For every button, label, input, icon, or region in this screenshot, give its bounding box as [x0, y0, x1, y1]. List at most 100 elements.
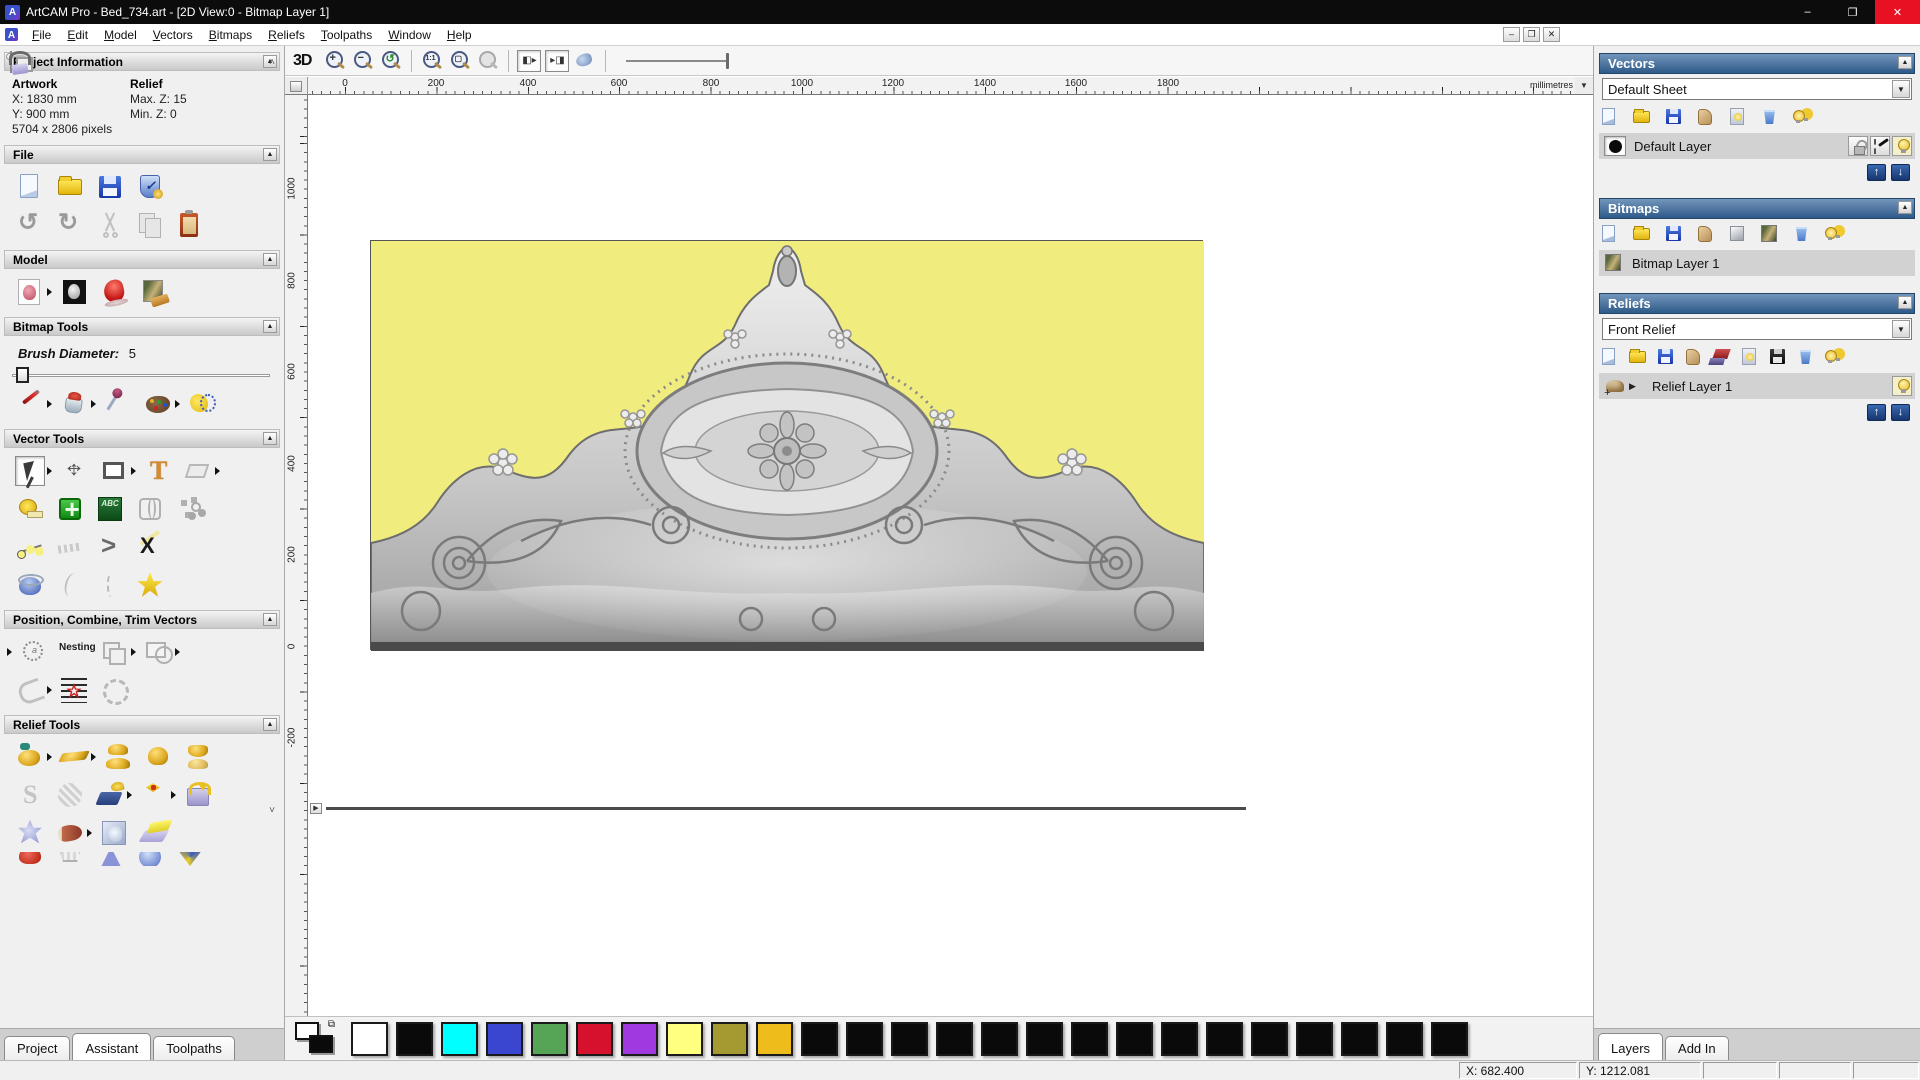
merge-relief-icon[interactable]: [143, 742, 173, 772]
tab-add-in[interactable]: Add In: [1665, 1036, 1729, 1060]
create-text-icon[interactable]: [143, 456, 173, 486]
delete-relief-layer-icon[interactable]: [1796, 347, 1816, 367]
palette-swatch[interactable]: [1431, 1021, 1468, 1056]
text-on-curve-icon[interactable]: [19, 637, 49, 667]
relief-clipart-icon[interactable]: [99, 818, 129, 848]
drawing-viewport[interactable]: ▶: [308, 95, 1593, 1016]
expand-row-icon[interactable]: ▶: [1629, 381, 1636, 392]
toggle-vector-view-icon[interactable]: ▸◨: [545, 49, 570, 72]
collapse-section-icon[interactable]: ▲: [263, 253, 277, 266]
save-bitmap-layer-icon[interactable]: [1664, 224, 1684, 244]
palette-swatch[interactable]: [1341, 1021, 1378, 1056]
palette-swatch[interactable]: [666, 1021, 703, 1056]
collapse-section-icon[interactable]: ▲: [263, 320, 277, 333]
vector-sheet-select[interactable]: Default Sheet ▼: [1602, 78, 1912, 100]
sculpting-icon[interactable]: [15, 780, 45, 810]
basket-weave-icon[interactable]: [55, 852, 85, 866]
menu-file[interactable]: File: [24, 26, 59, 44]
paste-icon[interactable]: [175, 210, 205, 240]
paste-along-curve-icon[interactable]: [175, 494, 205, 524]
palette-swatch[interactable]: [1386, 1021, 1423, 1056]
save-model-icon[interactable]: [95, 172, 125, 202]
zoom-fit-icon[interactable]: ▢: [448, 49, 472, 73]
pick-colour-icon[interactable]: [103, 389, 133, 419]
merge-bitmap-layers-icon[interactable]: [1696, 224, 1716, 244]
ruler-units-dropdown-icon[interactable]: ▼: [1575, 77, 1593, 95]
bitmap-layer-row[interactable]: Bitmap Layer 1: [1599, 250, 1915, 276]
collapse-section-icon[interactable]: ▲: [263, 432, 277, 445]
palette-swatch[interactable]: [486, 1021, 523, 1056]
flat-plane-icon[interactable]: [58, 742, 90, 772]
maximize-button[interactable]: ❐: [1830, 0, 1875, 24]
tab-toolpaths[interactable]: Toolpaths: [153, 1036, 235, 1060]
move-layer-down-icon[interactable]: ↓: [1891, 164, 1910, 181]
paint-icon[interactable]: [15, 389, 45, 419]
flyout-arrow-icon[interactable]: [47, 400, 52, 408]
flyout-arrow-icon[interactable]: [47, 288, 52, 296]
save-vector-layer-icon[interactable]: [1664, 107, 1684, 127]
save-relief-layer-icon[interactable]: [1656, 347, 1676, 367]
measure-icon[interactable]: [15, 494, 45, 524]
copy-icon[interactable]: [135, 210, 165, 240]
dome-wizard-icon[interactable]: [15, 852, 45, 866]
open-bitmap-layer-icon[interactable]: [1632, 224, 1652, 244]
palette-swatch[interactable]: [891, 1021, 928, 1056]
scrollbar-thumb[interactable]: [326, 807, 1246, 810]
create-star-icon[interactable]: [135, 570, 165, 600]
turn-wizard-icon[interactable]: [55, 818, 85, 848]
palette-swatch[interactable]: [1161, 1021, 1198, 1056]
dropdown-arrow-icon[interactable]: ▼: [1892, 80, 1910, 98]
trim-vectors-icon[interactable]: [135, 532, 165, 562]
all-bitmaps-visible-icon[interactable]: [1824, 224, 1844, 244]
interlock-vectors-icon[interactable]: [99, 675, 129, 705]
collapse-section-icon[interactable]: ▲: [1898, 296, 1912, 309]
mdi-restore-icon[interactable]: ❐: [1523, 27, 1540, 42]
brush-diameter-slider[interactable]: [12, 367, 270, 383]
new-model-icon[interactable]: [15, 172, 45, 202]
distort-vectors-icon[interactable]: [183, 456, 213, 486]
wrap-vectors-icon[interactable]: [135, 494, 165, 524]
set-model-size-icon[interactable]: [15, 277, 45, 307]
blank-bitmap-icon[interactable]: [1728, 224, 1748, 244]
move-layer-up-icon[interactable]: ↑: [1867, 404, 1886, 421]
smooth-relief-icon[interactable]: [138, 818, 170, 848]
delete-vector-layer-icon[interactable]: [1760, 107, 1780, 127]
calculate-relief-icon[interactable]: [15, 742, 45, 772]
move-layer-down-icon[interactable]: ↓: [1891, 404, 1910, 421]
mdi-minimize-icon[interactable]: –: [1503, 27, 1520, 42]
fluting-icon[interactable]: [59, 675, 89, 705]
options-icon[interactable]: [135, 172, 165, 202]
collapse-section-icon[interactable]: ▲: [263, 613, 277, 626]
undo-icon[interactable]: [15, 208, 45, 240]
select-vectors-icon[interactable]: [15, 456, 45, 486]
scroll-left-icon[interactable]: ▶: [310, 803, 322, 814]
bitmap-artwork[interactable]: [370, 240, 1205, 652]
palette-swatch[interactable]: [621, 1021, 658, 1056]
relief-preview-icon[interactable]: [1768, 347, 1788, 367]
nesting-icon[interactable]: Nesting: [59, 637, 96, 667]
menu-window[interactable]: Window: [380, 26, 439, 44]
relief-layer-name[interactable]: Relief Layer 1: [1652, 379, 1732, 394]
slider-thumb[interactable]: [16, 367, 29, 383]
join-vectors-icon[interactable]: [15, 675, 45, 705]
layer-colour-swatch[interactable]: [1604, 136, 1626, 156]
turn-icon[interactable]: [175, 852, 205, 866]
secondary-colour-swatch[interactable]: [309, 1034, 333, 1053]
merge-relief-layers-icon[interactable]: [1684, 347, 1704, 367]
flood-fill-icon[interactable]: [59, 389, 89, 419]
fit-arcs-icon[interactable]: [95, 530, 125, 562]
open-model-icon[interactable]: [55, 172, 85, 202]
horizontal-scrollbar[interactable]: ▶: [310, 803, 1250, 814]
extrude-icon[interactable]: [95, 852, 125, 866]
group-vectors-icon[interactable]: [99, 637, 129, 667]
zoom-1to1-icon[interactable]: 1:1: [420, 49, 444, 73]
flyout-arrow-icon[interactable]: [131, 648, 136, 656]
relief-visible-icon[interactable]: [1892, 376, 1912, 396]
relief-select[interactable]: Front Relief ▼: [1602, 318, 1912, 340]
zoom-previous-icon[interactable]: ↺: [379, 49, 403, 73]
flyout-arrow-icon[interactable]: [87, 829, 92, 837]
menu-model[interactable]: Model: [96, 26, 145, 44]
palette-swatch[interactable]: [1026, 1021, 1063, 1056]
switch-to-3d-button[interactable]: 3D: [293, 52, 312, 70]
vector-layer-name[interactable]: Default Layer: [1634, 139, 1711, 154]
